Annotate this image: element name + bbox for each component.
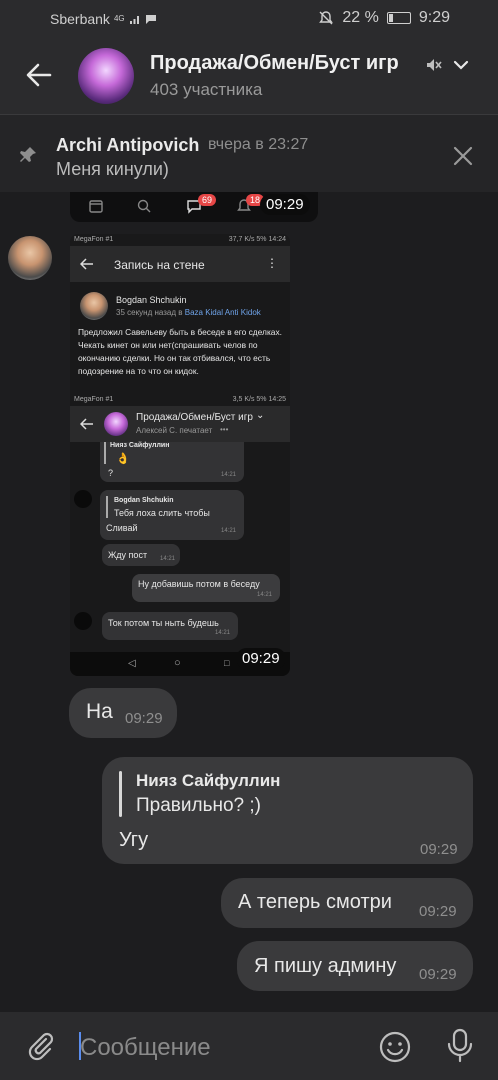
message-time: 09:29	[419, 903, 457, 920]
reply-text: Правильно? ;)	[136, 795, 261, 816]
message-bubble[interactable]: Я пишу админу 09:29	[237, 941, 473, 991]
chevron-down-icon[interactable]	[452, 58, 470, 72]
inner-nav-recent-icon: □	[224, 658, 230, 668]
inner-typing-dots: •••	[220, 425, 229, 434]
message-time: 09:29	[420, 841, 458, 858]
inner-message-4: Ну добавишь потом в беседу 14:21	[132, 574, 280, 602]
message-bubble-reply[interactable]: Нияз Сайфуллин Правильно? ;) Угу 09:29	[102, 757, 473, 864]
inner-typing-status: Алексей С. печатает	[136, 426, 213, 435]
inner-nav-home-icon: ○	[174, 657, 181, 669]
inner-message-2: Bogdan Shchukin Тебя лоха слить чтобы Сл…	[100, 490, 244, 540]
battery-icon	[386, 12, 411, 24]
message-text: Я пишу админу	[254, 955, 397, 977]
signal-icon	[129, 16, 139, 24]
reply-author: Нияз Сайфуллин	[136, 771, 281, 790]
inner-carrier: MegaFon #1	[74, 236, 114, 243]
inner-back-arrow-icon-2	[80, 418, 93, 430]
inner-message-5: Ток потом ты ныть будешь 14:21	[102, 612, 238, 640]
inner-more-icon: ⋮	[266, 256, 278, 270]
message-text: А теперь смотри	[238, 891, 392, 913]
message-bubble[interactable]: На 09:29	[69, 688, 177, 738]
inner-nav-back-icon: ◁	[128, 658, 136, 669]
paperclip-icon[interactable]	[24, 1030, 56, 1062]
inner-author-name: Bogdan Shchukin	[116, 295, 187, 305]
muted-speaker-icon	[427, 59, 442, 71]
attachment-time: 09:29	[260, 194, 310, 215]
close-icon[interactable]	[452, 145, 474, 167]
messages-badge: 69	[198, 194, 217, 206]
inner-message-1: Нияз Сайфуллин 👌 ? 14:21	[100, 442, 244, 482]
message-input[interactable]: Сообщение	[80, 1034, 211, 1062]
chat-title[interactable]: Продажа/Обмен/Буст игр	[150, 52, 399, 75]
network-type: 4G	[113, 14, 125, 23]
inner-chat-header: Продажа/Обмен/Буст игр ⌄ Алексей С. печа…	[70, 406, 290, 442]
back-arrow-icon[interactable]	[24, 60, 54, 90]
inner-status-right-2: 3,5 K/s 5% 14:25	[232, 396, 286, 403]
inner-time-5: 14:21	[214, 630, 230, 636]
inner-carrier-2: MegaFon #1	[74, 396, 114, 403]
inner-text-3: Жду пост	[108, 550, 148, 560]
message-text: Угу	[119, 829, 149, 851]
inner-status-bar-2: MegaFon #1 3,5 K/s 5% 14:25	[70, 394, 290, 406]
inner-sender-avatar	[74, 490, 92, 508]
member-count[interactable]: 403 участника	[150, 80, 262, 100]
previous-photo-attachment[interactable]: 69 18 09:29	[70, 192, 318, 222]
inner-reply-text-2: Тебя лоха слить чтобы	[114, 508, 210, 518]
pinned-message[interactable]: Archi Antipovich вчера в 23:27 Меня кину…	[0, 114, 498, 192]
inner-time-1: 14:21	[220, 472, 236, 478]
microphone-icon[interactable]	[446, 1028, 474, 1064]
inner-sender-avatar-2	[74, 612, 92, 630]
inner-wall-header: Запись на стене ⋮	[70, 246, 290, 282]
message-text: На	[86, 700, 113, 723]
emoji-icon[interactable]	[378, 1030, 412, 1064]
inner-status-right: 37,7 K/s 5% 14:24	[228, 236, 286, 243]
inner-status-bar: MegaFon #1 37,7 K/s 5% 14:24	[70, 234, 290, 246]
search-icon	[137, 199, 151, 213]
reply-marker	[119, 771, 122, 817]
inner-group-avatar	[104, 412, 128, 436]
inner-text-1: ?	[108, 468, 114, 478]
status-bar: Sberbank 4G 22 % 9:29	[0, 0, 498, 38]
inner-time-3: 14:21	[159, 556, 175, 562]
carrier-label: Sberbank	[50, 11, 110, 27]
inner-post-meta: 35 секунд назад в Baza Kidal Anti Kidok	[116, 308, 261, 317]
silent-bell-icon	[319, 11, 334, 25]
calendar-icon	[89, 200, 103, 213]
chat-header: Продажа/Обмен/Буст игр 403 участника	[0, 38, 498, 114]
clock: 9:29	[418, 9, 450, 26]
screenshot-time: 09:29	[236, 648, 286, 669]
inner-wall-title: Запись на стене	[114, 258, 205, 272]
battery-percent: 22 %	[342, 9, 379, 26]
inner-chat-title: Продажа/Обмен/Буст игр	[136, 412, 253, 423]
pinned-text: Меня кинули)	[56, 159, 169, 179]
message-time: 09:29	[125, 710, 163, 727]
inner-author-avatar	[80, 292, 108, 320]
inner-back-arrow-icon	[80, 258, 93, 270]
inner-emoji: 👌	[116, 453, 130, 465]
inner-chevron-icon: ⌄	[256, 410, 265, 421]
screenshot-attachment[interactable]: MegaFon #1 37,7 K/s 5% 14:24 Запись на с…	[70, 234, 290, 676]
inner-post-text: Предложил Савельеву быть в беседе в его …	[78, 327, 282, 376]
inner-message-3: Жду пост 14:21	[102, 544, 180, 566]
message-composer: Сообщение	[0, 1012, 498, 1080]
message-bubble[interactable]: А теперь смотри 09:29	[221, 878, 473, 928]
inner-time-4: 14:21	[256, 592, 272, 598]
avatar[interactable]	[8, 236, 52, 280]
pinned-author: Archi Antipovich	[56, 135, 200, 155]
inner-text-2: Сливай	[106, 523, 138, 533]
message-notification-icon	[145, 15, 156, 24]
inner-text-4: Ну добавишь потом в беседу	[138, 579, 260, 589]
message-time: 09:29	[419, 966, 457, 983]
inner-reply-name-1: Нияз Сайфуллин	[110, 442, 170, 449]
inner-text-5: Ток потом ты ныть будешь	[108, 618, 219, 628]
group-avatar[interactable]	[78, 48, 134, 104]
inner-time-2: 14:21	[220, 528, 236, 534]
message-list[interactable]: 69 18 09:29 MegaFon #1 37,7 K/s 5% 14:24…	[0, 192, 498, 1012]
inner-reply-name-2: Bogdan Shchukin	[114, 497, 174, 504]
pinned-time: вчера в 23:27	[208, 136, 309, 153]
pin-icon	[20, 147, 36, 162]
